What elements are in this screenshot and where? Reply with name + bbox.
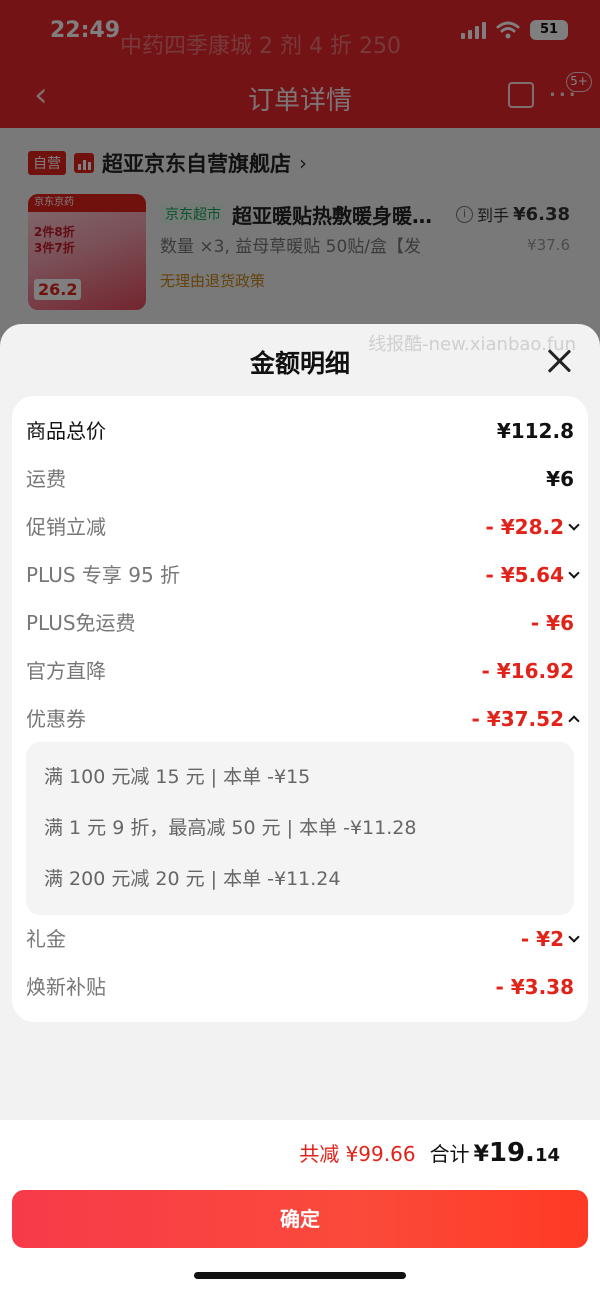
amount-card: 商品总价 ¥112.8 运费 ¥6 促销立减 - ¥28.2 PLUS 专享 9… bbox=[12, 396, 588, 1022]
row-goods-total: 商品总价 ¥112.8 bbox=[26, 419, 574, 443]
total-row: 共减 ¥99.66 合计 ¥ 19. 14 bbox=[299, 1138, 560, 1168]
total-label: 合计 bbox=[429, 1142, 470, 1166]
chevron-down-icon[interactable] bbox=[568, 518, 580, 531]
coupon-item: 满 1 元 9 折，最高减 50 元 | 本单 -¥11.28 bbox=[44, 817, 417, 839]
total-saved: 共减 ¥99.66 bbox=[299, 1142, 416, 1166]
row-plus-discount[interactable]: PLUS 专享 95 折 - ¥5.64 bbox=[26, 560, 580, 590]
coupon-item: 满 200 元减 20 元 | 本单 -¥11.24 bbox=[44, 868, 341, 890]
sheet-footer: 共减 ¥99.66 合计 ¥ 19. 14 确定 bbox=[0, 1120, 600, 1298]
total-amount-int: 19. bbox=[488, 1138, 535, 1168]
row-coupon[interactable]: 优惠券 - ¥37.52 bbox=[26, 704, 580, 734]
confirm-button[interactable]: 确定 bbox=[12, 1190, 588, 1248]
chevron-down-icon[interactable] bbox=[568, 566, 580, 579]
close-icon[interactable] bbox=[544, 346, 574, 376]
total-currency: ¥ bbox=[473, 1142, 489, 1167]
home-indicator bbox=[194, 1272, 406, 1279]
amount-detail-sheet: 线报酷-new.xianbao.fun 金额明细 商品总价 ¥112.8 运费 … bbox=[0, 324, 600, 1298]
row-trade-in-subsidy: 焕新补贴 - ¥3.38 bbox=[26, 975, 574, 999]
sheet-title: 金额明细 bbox=[249, 349, 350, 378]
coupon-item: 满 100 元减 15 元 | 本单 -¥15 bbox=[44, 766, 311, 788]
row-promotion[interactable]: 促销立减 - ¥28.2 bbox=[26, 512, 580, 542]
coupon-details: 满 100 元减 15 元 | 本单 -¥15 满 1 元 9 折，最高减 50… bbox=[26, 742, 574, 915]
row-shipping: 运费 ¥6 bbox=[26, 467, 574, 491]
row-gift-money[interactable]: 礼金 - ¥2 bbox=[26, 924, 580, 954]
chevron-down-icon[interactable] bbox=[568, 930, 580, 943]
chevron-up-icon[interactable] bbox=[568, 715, 580, 727]
row-official-reduction: 官方直降 - ¥16.92 bbox=[26, 659, 574, 683]
row-plus-free-shipping: PLUS免运费 - ¥6 bbox=[26, 611, 574, 635]
total-amount-dec: 14 bbox=[534, 1145, 560, 1166]
